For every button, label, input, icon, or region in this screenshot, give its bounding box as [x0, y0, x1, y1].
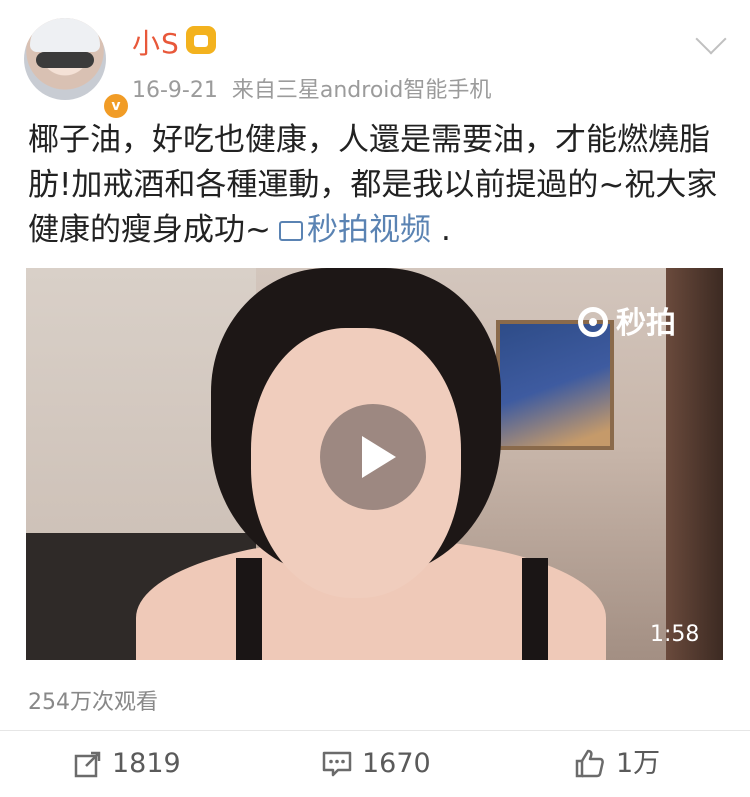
- post-trailing: .: [440, 212, 451, 248]
- watermark-label: 秒拍: [616, 306, 676, 341]
- play-button[interactable]: [320, 404, 426, 510]
- divider: [0, 730, 750, 731]
- weibo-post: v 小S 16-9-21 来自三星android智能手机 椰子油，好吃也健康，人還…: [0, 0, 750, 797]
- thumbs-up-icon: [574, 748, 606, 790]
- video-player[interactable]: 秒拍 1:58: [26, 268, 723, 660]
- repost-count: 1819: [112, 748, 181, 779]
- post-meta: 16-9-21 来自三星android智能手机: [132, 72, 491, 104]
- chevron-down-icon[interactable]: [695, 23, 727, 55]
- comment-icon: [322, 750, 352, 790]
- like-count: 1万: [616, 748, 661, 779]
- comment-count: 1670: [362, 748, 431, 779]
- video-link-label: 秒拍视频: [306, 212, 431, 248]
- member-crown-icon: [186, 26, 216, 54]
- miaopai-watermark: 秒拍: [578, 298, 676, 342]
- avatar-glasses: [36, 52, 94, 68]
- video-icon: [278, 221, 303, 241]
- view-count: 254万次观看: [28, 690, 158, 715]
- avatar-hat: [30, 18, 100, 52]
- verified-badge-icon: v: [102, 92, 130, 120]
- post-timestamp: 16-9-21: [132, 78, 218, 103]
- repost-button[interactable]: 1819: [74, 744, 181, 784]
- share-icon: [74, 750, 102, 790]
- video-link[interactable]: 秒拍视频: [278, 212, 431, 248]
- post-body: 椰子油，好吃也健康，人還是需要油，才能燃燒脂肪!加戒酒和各種運動，都是我以前提過…: [28, 118, 728, 253]
- comment-button[interactable]: 1670: [322, 744, 431, 784]
- avatar[interactable]: [24, 18, 106, 100]
- video-duration: 1:58: [650, 622, 700, 647]
- username[interactable]: 小S: [132, 22, 180, 62]
- miaopai-logo-icon: [578, 307, 608, 337]
- like-button[interactable]: 1万: [574, 744, 660, 784]
- post-source: 来自三星android智能手机: [231, 78, 492, 103]
